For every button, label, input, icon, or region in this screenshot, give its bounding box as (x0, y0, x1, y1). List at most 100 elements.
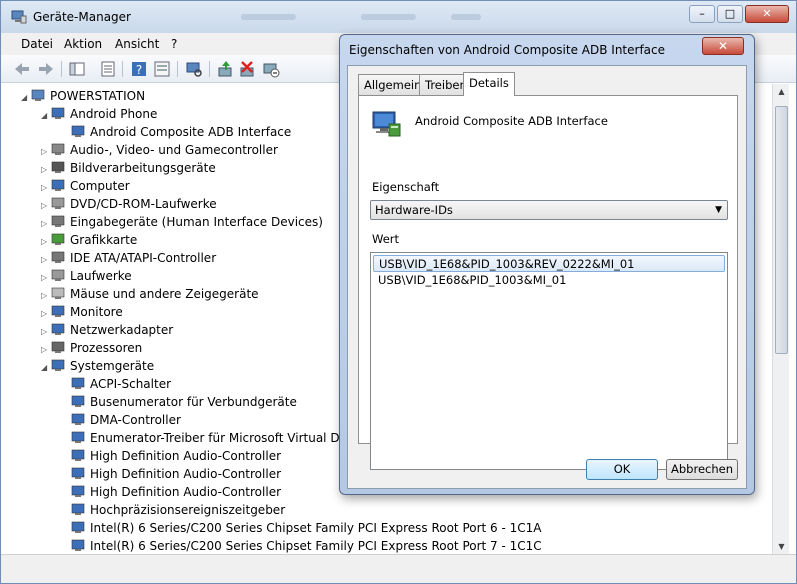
tree-item[interactable]: ▷ Netzwerkadapter (41, 321, 173, 339)
scroll-down-icon[interactable]: ▼ (776, 542, 787, 551)
tree-item[interactable]: ▷ Prozessoren (41, 339, 142, 357)
system-device-icon (71, 395, 85, 407)
dialog-title: Eigenschaften von Android Composite ADB … (349, 43, 666, 57)
tree-item-label: Laufwerke (70, 269, 132, 283)
system-device-icon (71, 467, 85, 479)
tree-item-label: Android Phone (70, 107, 158, 121)
tree-item-label: Enumerator-Treiber für Microsoft Virtual… (90, 431, 363, 445)
dialog-close-button[interactable]: ✕ (702, 37, 744, 55)
tree-item[interactable]: ▷ DVD/CD-ROM-Laufwerke (41, 195, 217, 213)
tree-item[interactable]: ▷ Bildverarbeitungsgeräte (41, 159, 216, 177)
device-icon (71, 125, 85, 137)
tree-item-label: Monitore (70, 305, 123, 319)
close-button[interactable]: ✕ (745, 5, 789, 23)
tree-item-label: DMA-Controller (90, 413, 181, 427)
cancel-button[interactable]: Abbrechen (666, 459, 738, 480)
phone-device-icon (51, 107, 65, 119)
tree-item-label: POWERSTATION (50, 89, 146, 103)
system-device-icon (71, 431, 85, 443)
tree-item[interactable]: ▷ IDE ATA/ATAPI-Controller (41, 249, 216, 267)
tree-item[interactable]: Intel(R) 6 Series/C200 Series Chipset Fa… (61, 519, 542, 537)
list-item[interactable]: USB\VID_1E68&PID_1003&MI_01 (373, 272, 725, 289)
uninstall-device-icon[interactable] (239, 60, 257, 78)
tree-item[interactable]: ▷ Mäuse und andere Zeigegeräte (41, 285, 259, 303)
maximize-button[interactable]: □ (717, 5, 743, 23)
minimize-button[interactable]: – (689, 5, 715, 23)
forward-arrow-icon[interactable] (37, 60, 55, 78)
collapse-arrow-icon[interactable]: ◢ (41, 359, 51, 377)
network-adapter-icon (51, 323, 65, 335)
tree-item[interactable]: ▷ Eingabegeräte (Human Interface Devices) (41, 213, 323, 231)
tree-item-label: IDE ATA/ATAPI-Controller (70, 251, 217, 265)
value-listbox[interactable]: USB\VID_1E68&PID_1003&REV_0222&MI_01 USB… (370, 252, 728, 470)
disable-device-icon[interactable] (262, 60, 280, 78)
mouse-icon (51, 287, 65, 299)
window-title: Geräte-Manager (33, 10, 131, 24)
tree-item[interactable]: Hochpräzisionsereigniszeitgeber (61, 501, 285, 519)
tree-item[interactable]: ▷ Grafikkarte (41, 231, 137, 249)
toolbar-separator (61, 61, 62, 77)
processor-icon (51, 341, 65, 353)
back-arrow-icon[interactable] (13, 60, 31, 78)
tree-item-label: Android Composite ADB Interface (90, 125, 292, 139)
tree-item-label: Grafikkarte (70, 233, 138, 247)
tree-item[interactable]: ▷ Audio-, Video- und Gamecontroller (41, 141, 278, 159)
tree-item[interactable]: High Definition Audio-Controller (61, 483, 281, 501)
tree-item-label: Intel(R) 6 Series/C200 Series Chipset Fa… (90, 539, 542, 553)
help-icon[interactable]: ? (130, 60, 148, 78)
property-label: Eigenschaft (372, 180, 440, 194)
scrollbar-thumb[interactable] (775, 106, 788, 354)
tree-item[interactable]: Enumerator-Treiber für Microsoft Virtual… (61, 429, 362, 447)
tree-item[interactable]: ▷ Laufwerke (41, 267, 132, 285)
tab-allgemein[interactable]: Allgemein (358, 74, 428, 95)
toolbar-separator (122, 61, 123, 77)
tree-item[interactable]: ▷ Computer (41, 177, 130, 195)
tree-item-label: High Definition Audio-Controller (90, 467, 282, 481)
tree-item[interactable]: ▷ Monitore (41, 303, 123, 321)
ok-button[interactable]: OK (586, 459, 658, 480)
system-device-icon (71, 449, 85, 461)
blurred-background-text (361, 14, 416, 20)
list-item[interactable]: USB\VID_1E68&PID_1003&REV_0222&MI_01 (373, 255, 725, 272)
tree-item[interactable]: ◢ Systemgeräte (41, 357, 154, 375)
system-device-icon (71, 377, 85, 389)
vertical-scrollbar[interactable]: ▲ ▼ (772, 84, 789, 554)
menu-ansicht[interactable]: Ansicht (115, 37, 159, 51)
show-hide-console-icon[interactable] (68, 60, 86, 78)
device-icon (372, 111, 401, 137)
disc-drive-icon (51, 197, 65, 209)
property-dropdown[interactable]: Hardware-IDs ▼ (370, 200, 728, 220)
tree-item-label: Eingabegeräte (Human Interface Devices) (70, 215, 323, 229)
tree-item[interactable]: High Definition Audio-Controller (61, 465, 281, 483)
tree-item-label: Computer (70, 179, 130, 193)
tab-details[interactable]: Details (463, 72, 515, 96)
tree-item[interactable]: DMA-Controller (61, 411, 181, 429)
speaker-icon (51, 143, 65, 155)
scan-hardware-icon[interactable] (185, 60, 203, 78)
collapse-arrow-icon[interactable]: ◢ (41, 107, 51, 125)
tree-item[interactable]: ACPI-Schalter (61, 375, 171, 393)
menu-aktion[interactable]: Aktion (64, 37, 102, 51)
disk-drive-icon (51, 269, 65, 281)
tree-item[interactable]: Android Composite ADB Interface (61, 123, 291, 141)
collapse-arrow-icon[interactable]: ◢ (21, 89, 31, 107)
menu-help[interactable]: ? (171, 37, 177, 51)
tree-item-label: Hochpräzisionsereigniszeitgeber (90, 503, 286, 517)
update-driver-icon[interactable] (217, 60, 235, 78)
computer-icon (31, 89, 45, 101)
tree-item[interactable]: High Definition Audio-Controller (61, 447, 281, 465)
blurred-background-text (241, 14, 296, 20)
title-bar[interactable]: Geräte-Manager – □ ✕ (1, 1, 796, 33)
tree-item-label: Bildverarbeitungsgeräte (70, 161, 216, 175)
scroll-up-icon[interactable]: ▲ (776, 87, 787, 96)
tree-item[interactable]: Busenumerator für Verbundgeräte (61, 393, 297, 411)
tree-item[interactable]: Intel(R) 6 Series/C200 Series Chipset Fa… (61, 537, 542, 554)
system-device-icon (71, 521, 85, 533)
system-device-icon (71, 503, 85, 515)
tree-item[interactable]: ◢ POWERSTATION (21, 87, 145, 105)
menu-datei[interactable]: Datei (21, 37, 53, 51)
tree-item-label: Busenumerator für Verbundgeräte (90, 395, 297, 409)
tree-item[interactable]: ◢ Android Phone (41, 105, 157, 123)
properties-icon[interactable] (99, 60, 117, 78)
view-icon[interactable] (153, 60, 171, 78)
